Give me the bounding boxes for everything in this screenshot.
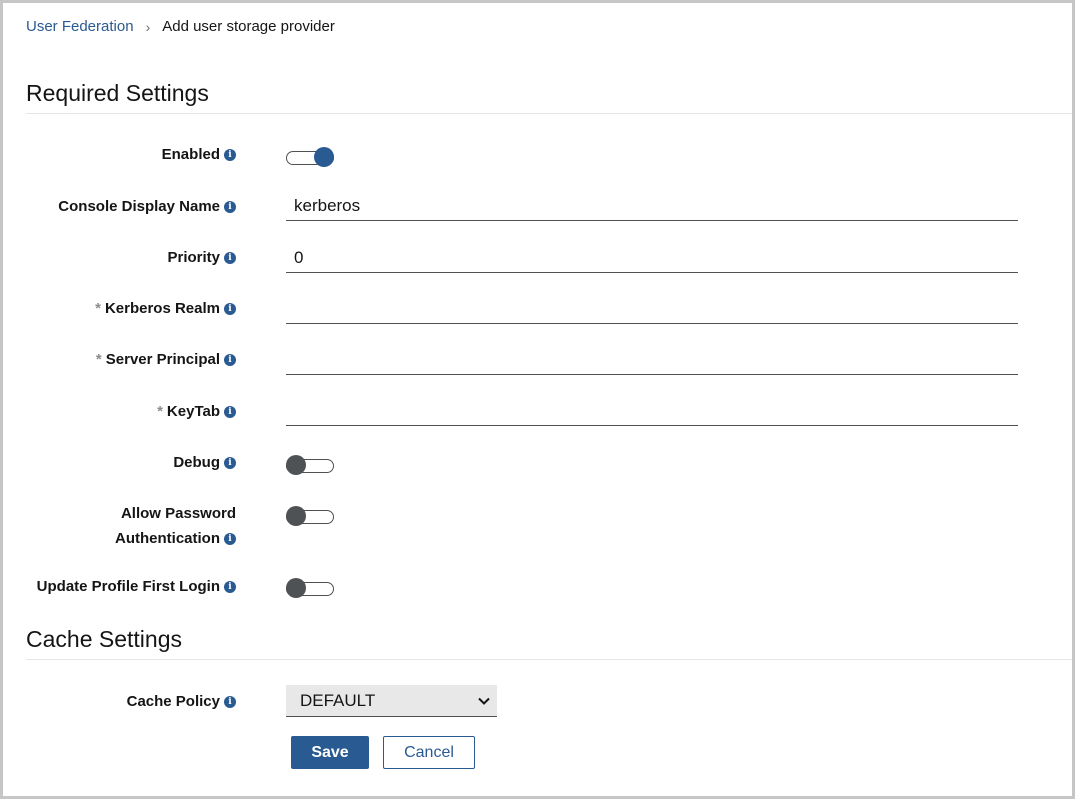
label-debug: Debug i bbox=[173, 454, 236, 471]
chevron-down-icon bbox=[477, 694, 491, 708]
breadcrumb-current: Add user storage provider bbox=[162, 18, 335, 35]
info-icon[interactable]: i bbox=[224, 580, 236, 593]
required-marker: * bbox=[157, 403, 163, 420]
info-icon[interactable]: i bbox=[224, 695, 236, 708]
section-divider bbox=[26, 659, 1072, 660]
kerberos-realm-input[interactable] bbox=[286, 294, 1018, 324]
breadcrumb: User Federation › Add user storage provi… bbox=[26, 18, 335, 35]
info-icon[interactable]: i bbox=[224, 251, 236, 264]
toggle-knob bbox=[286, 506, 306, 526]
priority-input[interactable] bbox=[286, 243, 1018, 273]
cancel-button[interactable]: Cancel bbox=[383, 736, 475, 769]
chevron-right-icon: › bbox=[145, 18, 151, 35]
toggle-knob bbox=[314, 147, 334, 167]
toggle-knob bbox=[286, 578, 306, 598]
update-profile-first-login-toggle[interactable] bbox=[286, 578, 334, 598]
enabled-toggle[interactable] bbox=[286, 147, 334, 167]
info-icon[interactable]: i bbox=[224, 405, 236, 418]
section-divider bbox=[26, 113, 1072, 114]
console-display-name-input[interactable] bbox=[286, 191, 1018, 221]
allow-password-authentication-toggle[interactable] bbox=[286, 506, 334, 526]
section-title-cache: Cache Settings bbox=[26, 626, 182, 652]
info-icon[interactable]: i bbox=[224, 148, 236, 161]
info-icon[interactable]: i bbox=[224, 533, 236, 546]
save-button[interactable]: Save bbox=[291, 736, 369, 769]
label-enabled: Enabled i bbox=[162, 146, 236, 163]
toggle-knob bbox=[286, 455, 306, 475]
info-icon[interactable]: i bbox=[224, 200, 236, 213]
info-icon[interactable]: i bbox=[224, 302, 236, 315]
label-console-display-name: Console Display Name i bbox=[58, 198, 236, 215]
section-title-required: Required Settings bbox=[26, 80, 209, 106]
required-marker: * bbox=[95, 300, 101, 317]
label-server-principal: * Server Principal i bbox=[96, 351, 236, 368]
label-allow-password-authentication: Allow Password Authentication i bbox=[115, 505, 236, 547]
cache-policy-select[interactable]: DEFAULT bbox=[286, 685, 497, 717]
label-cache-policy: Cache Policy i bbox=[127, 693, 236, 710]
breadcrumb-user-federation[interactable]: User Federation bbox=[26, 18, 134, 35]
label-keytab: * KeyTab i bbox=[157, 403, 236, 420]
label-kerberos-realm: * Kerberos Realm i bbox=[95, 300, 236, 317]
server-principal-input[interactable] bbox=[286, 345, 1018, 375]
cache-policy-value: DEFAULT bbox=[300, 690, 376, 710]
required-marker: * bbox=[95, 351, 102, 368]
info-icon[interactable]: i bbox=[224, 353, 236, 366]
info-icon[interactable]: i bbox=[224, 456, 236, 469]
debug-toggle[interactable] bbox=[286, 455, 334, 475]
keytab-input[interactable] bbox=[286, 396, 1018, 426]
label-priority: Priority i bbox=[167, 249, 236, 266]
label-update-profile-first-login: Update Profile First Login i bbox=[37, 578, 236, 595]
